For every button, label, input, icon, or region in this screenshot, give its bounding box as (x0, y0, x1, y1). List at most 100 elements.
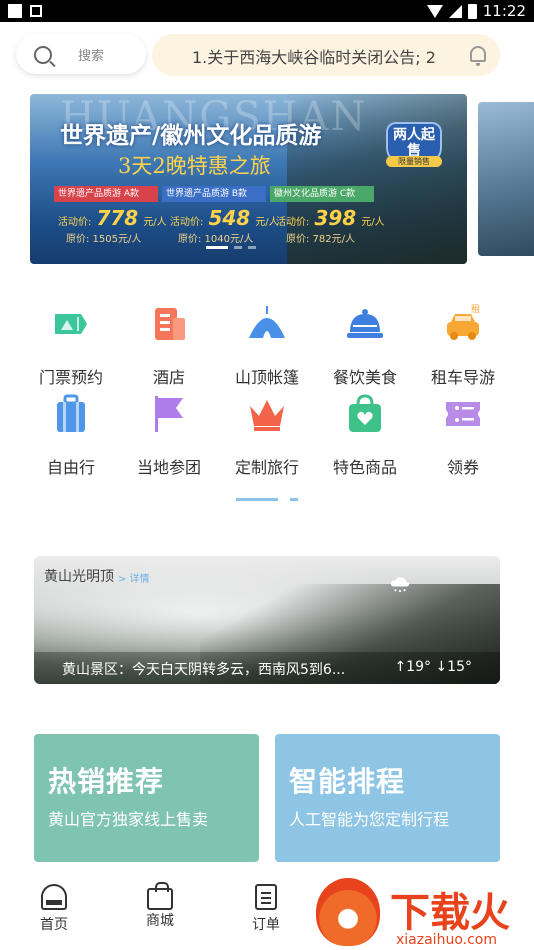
watermark-url: xiazaihuo.com (396, 932, 497, 948)
weather-forecast: 黄山景区：今天白天阴转多云，西南风5到6... (62, 662, 346, 678)
flame-logo-icon (316, 878, 380, 946)
price-label: 活动价: (170, 217, 204, 228)
promo-subtitle: 黄山官方独家线上售卖 (48, 810, 209, 829)
category-label: 特色商品 (332, 458, 397, 477)
suitcase-icon (57, 394, 85, 432)
tab-mall[interactable]: 商城 (120, 882, 200, 930)
price-label: 活动价: (276, 217, 310, 228)
next-banner-peek[interactable] (478, 102, 534, 256)
category-label: 领券 (446, 458, 479, 477)
promo-title: 智能排程 (289, 765, 406, 798)
search-label: 搜索 (78, 49, 105, 64)
badge-text: 两人起售 (393, 127, 435, 159)
package-c-price: 活动价: 398 元/人 (276, 206, 385, 230)
package-b-price: 活动价: 548 元/人 (170, 206, 279, 230)
page-indicator (290, 498, 298, 501)
status-bar: 11:22 (0, 0, 534, 22)
price-unit: 元/人 (361, 217, 385, 228)
category-ticket[interactable]: 门票预约 (22, 298, 120, 388)
crown-icon (250, 400, 284, 431)
category-label: 餐饮美食 (332, 368, 397, 387)
package-b-label: 世界遗产品质游 B款 (162, 186, 266, 202)
order-icon (255, 884, 277, 910)
weather-forecast-bar: 黄山景区：今天白天阴转多云，西南风5到6... ↑19° ↓15° (34, 652, 500, 684)
category-car[interactable]: 租 租车导游 (414, 298, 512, 388)
car-tag: 租 (471, 304, 480, 315)
category-label: 门票预约 (38, 368, 103, 387)
ticket-icon (55, 314, 87, 334)
battery-icon (467, 3, 477, 19)
bag-icon (147, 882, 173, 910)
flag-icon (155, 396, 183, 432)
banner-pagination (206, 246, 256, 249)
wifi-icon (426, 4, 443, 18)
package-a-price: 活动价: 778 元/人 (58, 206, 167, 230)
category-label: 山顶帐篷 (234, 368, 299, 387)
category-food[interactable]: 餐饮美食 (316, 298, 414, 388)
bell-icon[interactable] (470, 46, 486, 66)
weather-detail-link[interactable]: > 详情 (118, 570, 150, 585)
package-a-label: 世界遗产品质游 A款 (54, 186, 158, 202)
category-label: 自由行 (46, 458, 95, 477)
weather-temperature: ↑19° ↓15° (394, 659, 472, 675)
tab-label: 订单 (252, 917, 280, 933)
status-time: 11:22 (482, 2, 526, 20)
category-free-travel[interactable]: 自由行 (22, 388, 120, 478)
notice-text: 1.关于西海大峡谷临时关闭公告; 2 (192, 48, 436, 67)
price-value: 398 (314, 206, 357, 230)
snow-cloud-icon (390, 577, 410, 593)
search-box[interactable]: 搜索 (16, 34, 146, 74)
status-indicators: 11:22 (426, 2, 526, 20)
tab-label: 首页 (40, 917, 68, 933)
tab-label: 商城 (146, 913, 174, 929)
banner-subtitle: 3天2晚特惠之旅 (118, 154, 271, 178)
home-icon (41, 884, 67, 910)
category-goods[interactable]: 特色商品 (316, 388, 414, 478)
weather-card[interactable]: 黄山光明顶 > 详情 黄山景区：今天白天阴转多云，西南风5到6... ↑19° … (34, 556, 500, 684)
package-c-original: 原价: 782元/人 (286, 234, 356, 245)
weather-location: 黄山光明顶 (44, 569, 114, 585)
price-value: 778 (96, 206, 139, 230)
site-watermark: 下载火 xiazaihuo.com (312, 878, 534, 950)
search-icon (34, 46, 52, 64)
price-value: 548 (208, 206, 251, 230)
category-label: 酒店 (152, 368, 185, 387)
category-label: 租车导游 (430, 368, 495, 387)
banner-dot[interactable] (234, 246, 242, 249)
category-label: 当地参团 (136, 458, 201, 477)
coupon-icon (446, 402, 480, 426)
banner-title: 世界遗产/徽州文化品质游 (60, 122, 322, 149)
category-coupon[interactable]: 领券 (414, 388, 512, 478)
category-hotel[interactable]: 酒店 (120, 298, 218, 388)
tent-icon (249, 306, 285, 338)
category-page-indicator (236, 498, 298, 501)
tab-home[interactable]: 首页 (14, 884, 94, 934)
banner-dot[interactable] (248, 246, 256, 249)
hot-recommend-card[interactable]: 热销推荐 黄山官方独家线上售卖 (34, 734, 259, 862)
watermark-text: 下载火 (390, 890, 510, 936)
promo-banner[interactable]: HUANGSHAN 世界遗产/徽州文化品质游 3天2晚特惠之旅 两人起售 限量销… (30, 94, 467, 264)
tab-orders[interactable]: 订单 (226, 884, 306, 934)
smart-schedule-card[interactable]: 智能排程 人工智能为您定制行程 (275, 734, 500, 862)
category-label: 定制旅行 (234, 458, 299, 477)
promo-title: 热销推荐 (48, 765, 165, 798)
banner-dot-active[interactable] (206, 246, 228, 249)
category-tent[interactable]: 山顶帐篷 (218, 298, 316, 388)
promo-subtitle: 人工智能为您定制行程 (289, 810, 450, 829)
shopping-bag-icon (349, 394, 381, 432)
notification-icon (8, 4, 22, 18)
notice-bar[interactable]: 1.关于西海大峡谷临时关闭公告; 2 (152, 34, 500, 76)
car-icon: 租 (447, 304, 480, 340)
cloche-icon (347, 309, 383, 338)
package-c-label: 徽州文化品质游 C款 (270, 186, 374, 202)
status-notifications (8, 4, 42, 18)
package-a-original: 原价: 1505元/人 (66, 234, 142, 245)
price-label: 活动价: (58, 217, 92, 228)
package-b-original: 原价: 1040元/人 (178, 234, 254, 245)
signal-icon (448, 4, 462, 18)
hotel-icon (155, 308, 185, 340)
category-group-tour[interactable]: 当地参团 (120, 388, 218, 478)
category-custom-travel[interactable]: 定制旅行 (218, 388, 316, 478)
badge-note: 限量销售 (386, 156, 442, 167)
search-row: 搜索 1.关于西海大峡谷临时关闭公告; 2 (0, 34, 534, 78)
